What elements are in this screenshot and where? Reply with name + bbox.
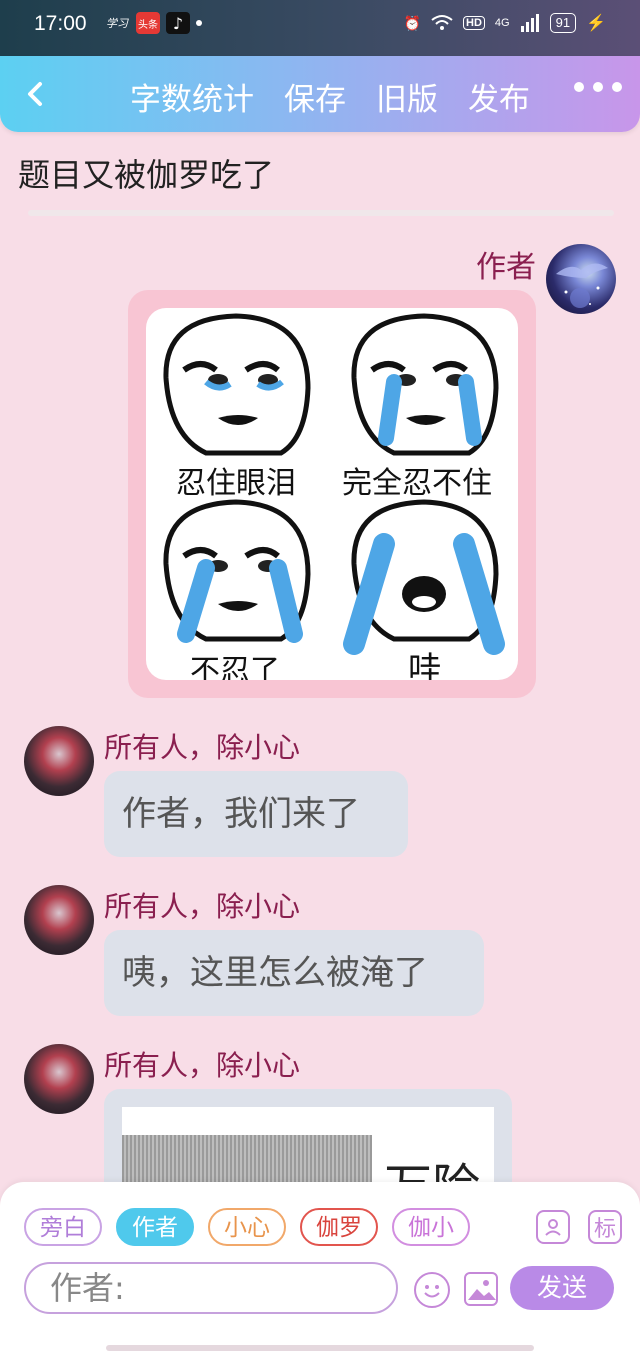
page-title[interactable]: 题目又被伽罗吃了: [18, 150, 274, 196]
message-input[interactable]: 作者:: [24, 1262, 398, 1314]
save-button[interactable]: 保存: [284, 74, 346, 119]
sender-name: 作者: [476, 250, 536, 285]
nav-actions: 字数统计 保存 旧版 发布: [130, 74, 530, 119]
alarm-icon: ⏰: [403, 14, 422, 31]
blurred-text-block: [122, 1135, 372, 1185]
status-indicators: ⏰ HD 4G 91 ⚡: [404, 13, 606, 33]
meme-caption-3: 不忍了: [190, 654, 280, 680]
tiktok-app-icon: ♪: [166, 12, 190, 34]
word-count-button[interactable]: 字数统计: [130, 74, 254, 119]
role-jiaxiao-chip[interactable]: 伽小: [392, 1208, 470, 1246]
old-version-button[interactable]: 旧版: [376, 74, 438, 119]
text-message-bubble[interactable]: 咦，这里怎么被淹了: [104, 930, 484, 1016]
publish-button[interactable]: 发布: [468, 74, 530, 119]
sender-name: 所有人，除小心: [104, 731, 301, 764]
status-bar: 17:00 学习 头条 ♪ ⏰ HD 4G 91 ⚡: [0, 0, 640, 56]
meme-caption-4: 哇: [408, 650, 442, 680]
composer-panel: 旁白 作者 小心 伽罗 伽小 标 作者: 发送: [0, 1182, 640, 1351]
top-nav-bar: 字数统计 保存 旧版 发布: [0, 56, 640, 132]
meme-caption-1: 忍住眼泪: [176, 466, 296, 501]
notification-dot-icon: [196, 20, 202, 26]
role-selector: 旁白 作者 小心 伽罗 伽小: [24, 1208, 470, 1246]
role-author-chip[interactable]: 作者: [116, 1208, 194, 1246]
charging-icon: ⚡: [586, 15, 606, 32]
crying-meme-image[interactable]: 忍住眼泪 完全忍不住 不忍了 哇: [146, 308, 518, 680]
character-avatar[interactable]: [24, 726, 94, 796]
text-message-bubble[interactable]: 作者，我们来了: [104, 771, 408, 857]
tag-button[interactable]: 标: [588, 1210, 622, 1244]
image-message-bubble[interactable]: 忍住眼泪 完全忍不住 不忍了 哇: [128, 290, 536, 698]
gesture-bar: [106, 1345, 534, 1351]
sender-name: 所有人，除小心: [104, 1049, 301, 1082]
character-avatar[interactable]: [24, 1044, 94, 1114]
network-type: 4G: [494, 17, 510, 29]
character-manage-icon[interactable]: [536, 1210, 570, 1244]
hd-icon: HD: [463, 16, 485, 30]
role-jialuo-chip[interactable]: 伽罗: [300, 1208, 378, 1246]
meme-caption-2: 完全忍不住: [342, 466, 492, 501]
more-options-icon[interactable]: [574, 82, 622, 92]
character-avatar[interactable]: [24, 885, 94, 955]
battery-level: 91: [549, 13, 577, 33]
title-divider: [28, 210, 614, 216]
study-app-icon: 学习: [106, 17, 128, 30]
image-picker-icon[interactable]: [464, 1272, 498, 1306]
wifi-icon: [431, 15, 453, 30]
sender-name: 所有人，除小心: [104, 890, 301, 923]
status-app-icons: 学习 头条 ♪: [104, 12, 202, 34]
role-xiaoxin-chip[interactable]: 小心: [208, 1208, 286, 1246]
signal-icon: [520, 14, 539, 32]
role-narrator-chip[interactable]: 旁白: [24, 1208, 102, 1246]
send-button[interactable]: 发送: [510, 1266, 614, 1310]
back-arrow-icon[interactable]: [20, 76, 50, 112]
author-avatar[interactable]: [546, 244, 616, 314]
toutiao-app-icon: 头条: [136, 12, 160, 34]
emoji-icon[interactable]: [414, 1272, 450, 1308]
status-time: 17:00: [34, 12, 87, 35]
